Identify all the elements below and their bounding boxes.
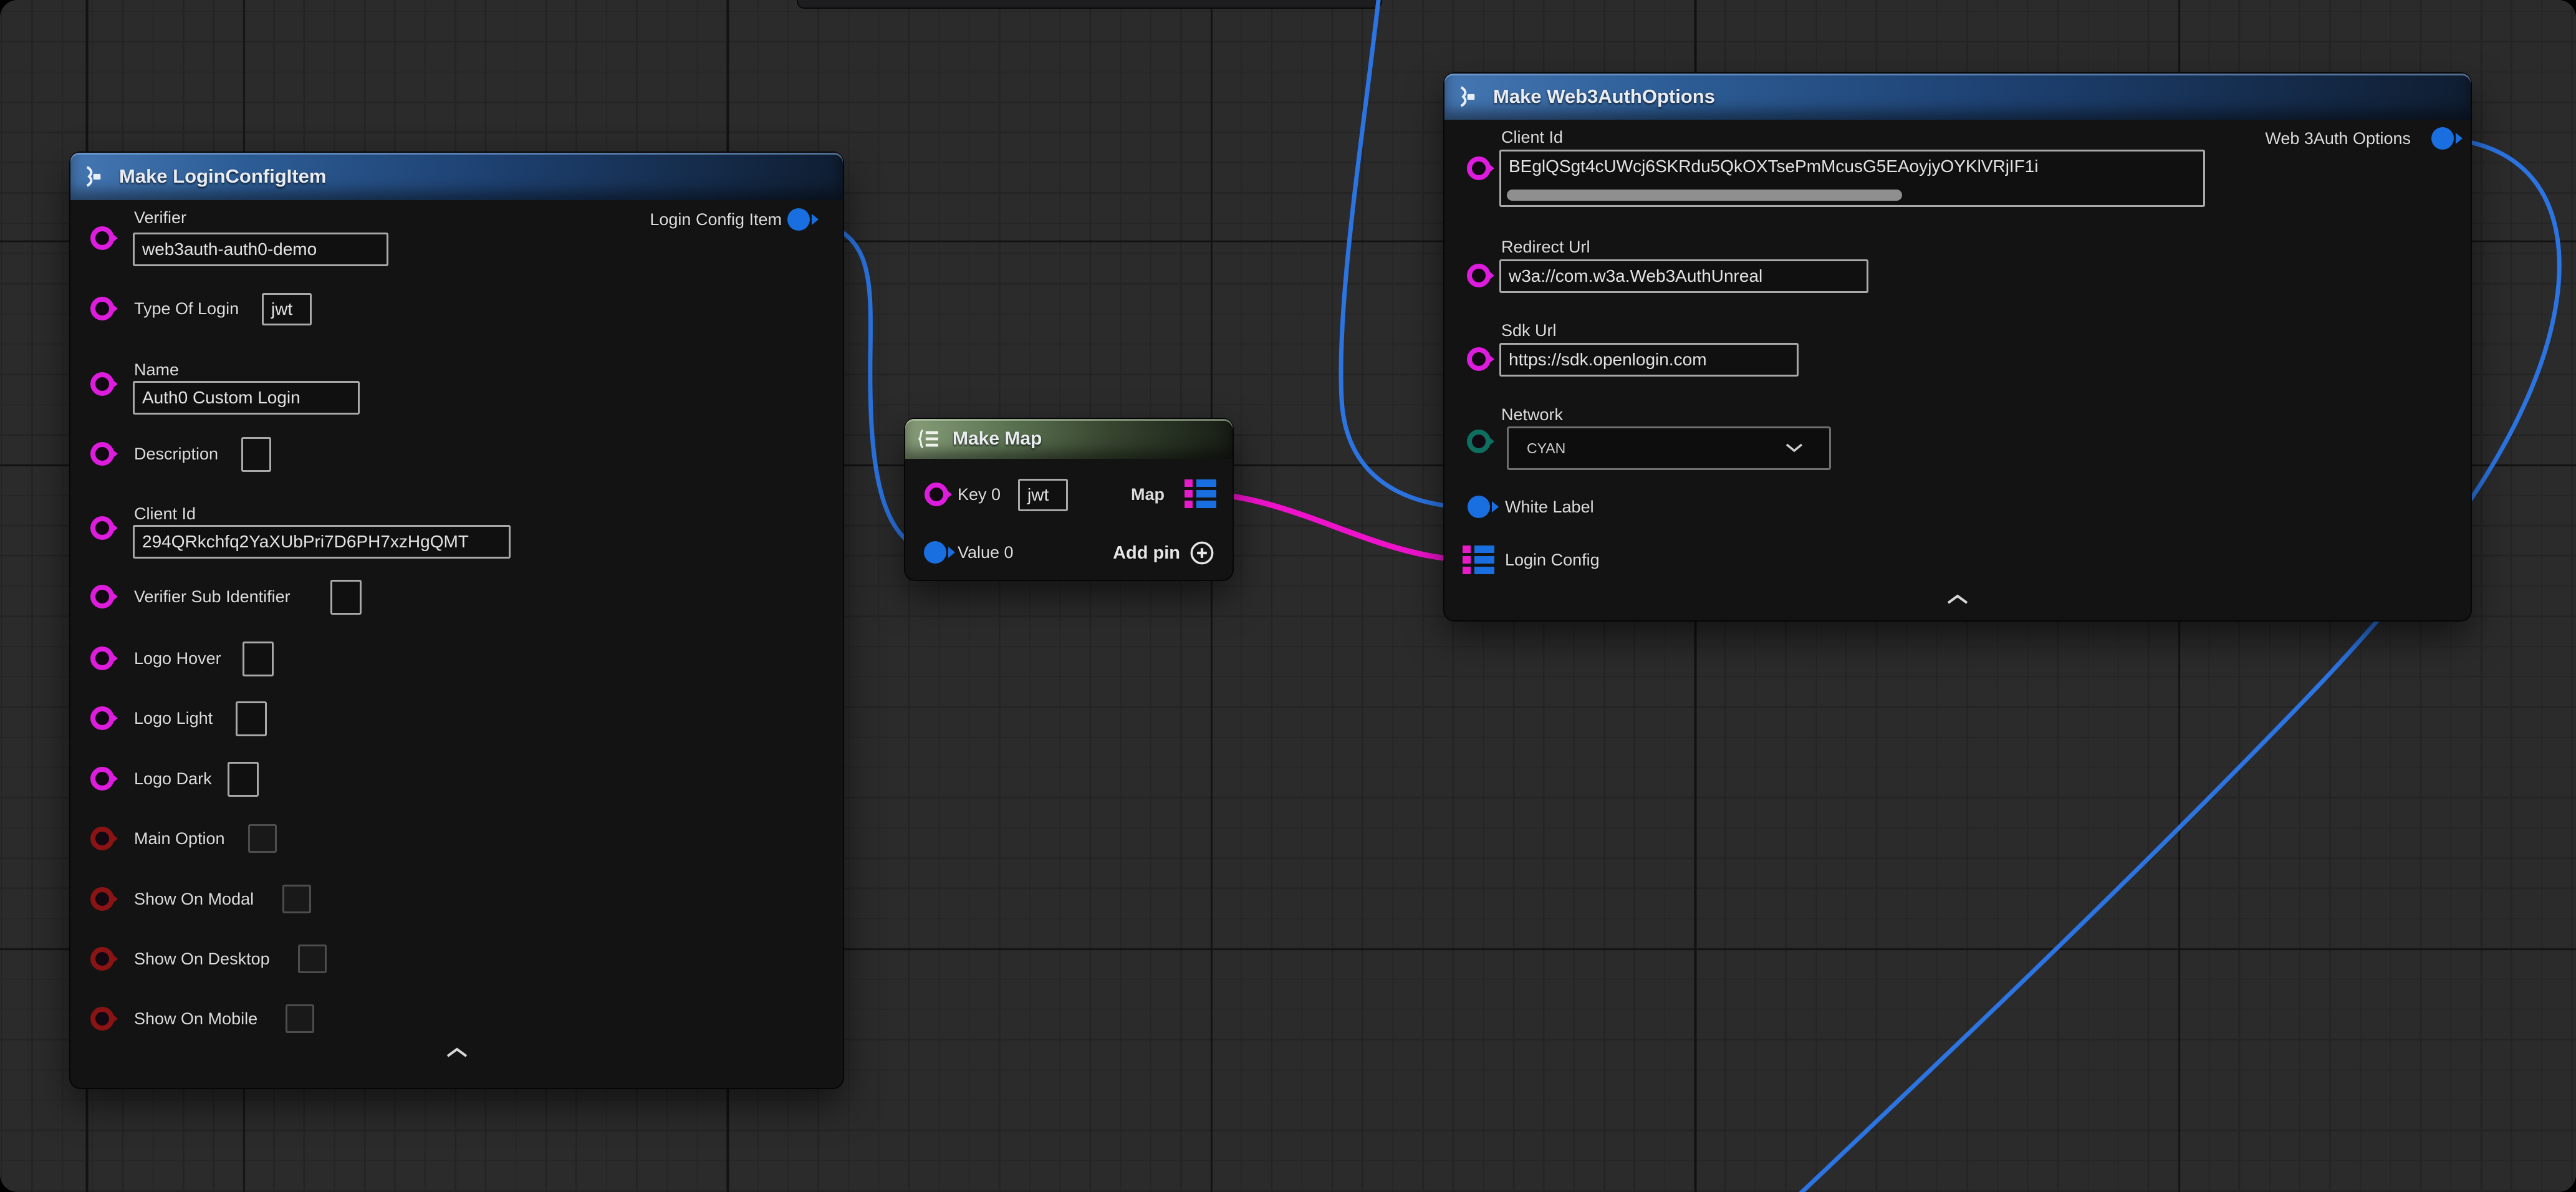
offscreen-node-top[interactable] bbox=[798, 0, 1381, 7]
pin-label-verifier: Verifier bbox=[134, 208, 186, 228]
pin-label-login-config: Login Config bbox=[1505, 550, 1600, 570]
pin-show-on-modal[interactable] bbox=[90, 887, 114, 911]
logo-hover-field[interactable] bbox=[243, 642, 274, 676]
add-pin-plus-icon bbox=[1189, 540, 1215, 566]
pin-redirect-url[interactable] bbox=[1467, 264, 1491, 287]
add-pin-button[interactable]: Add pin bbox=[1113, 540, 1215, 566]
output-pin-map[interactable] bbox=[1185, 479, 1216, 508]
node-header-make-loginconfigitem[interactable]: Make LoginConfigItem bbox=[70, 153, 843, 200]
logo-light-field[interactable] bbox=[236, 701, 267, 736]
sdk-url-field[interactable]: https://sdk.openlogin.com bbox=[1499, 343, 1799, 377]
pin-label-value-0: Value 0 bbox=[958, 542, 1014, 562]
pin-verifier[interactable] bbox=[90, 226, 114, 250]
pin-sdk-url[interactable] bbox=[1467, 347, 1491, 371]
pin-label-map-output: Map bbox=[1131, 484, 1165, 504]
pin-label-client-id: Client Id bbox=[1501, 127, 1563, 147]
client-id-field[interactable]: 294QRkchfq2YaXUbPri7D6PH7xzHgQMT bbox=[133, 525, 511, 559]
pin-value-0[interactable] bbox=[924, 541, 946, 564]
pin-logo-dark[interactable] bbox=[90, 767, 114, 791]
make-struct-icon bbox=[1457, 84, 1482, 109]
pin-label-verifier-sub-identifier: Verifier Sub Identifier bbox=[134, 587, 291, 607]
pin-label-logo-hover: Logo Hover bbox=[134, 648, 221, 668]
type-of-login-field[interactable]: jwt bbox=[262, 293, 312, 325]
pin-label-name: Name bbox=[134, 360, 179, 380]
redirect-url-field[interactable]: w3a://com.w3a.Web3AuthUnreal bbox=[1499, 259, 1868, 293]
pin-show-on-mobile[interactable] bbox=[90, 1007, 114, 1031]
description-field[interactable] bbox=[241, 437, 271, 472]
collapse-node-chevron-icon[interactable] bbox=[1944, 594, 1971, 606]
pin-label-network: Network bbox=[1501, 405, 1563, 425]
node-header-make-map[interactable]: Make Map bbox=[905, 419, 1233, 459]
pin-label-description: Description bbox=[134, 444, 218, 464]
collapse-node-chevron-icon[interactable] bbox=[444, 1047, 470, 1059]
pin-label-sdk-url: Sdk Url bbox=[1501, 320, 1557, 340]
pin-label-show-on-mobile: Show On Mobile bbox=[134, 1009, 257, 1029]
pin-label-white-label: White Label bbox=[1505, 497, 1594, 517]
show-on-desktop-checkbox[interactable] bbox=[298, 944, 327, 973]
pin-label-key-0: Key 0 bbox=[958, 484, 1001, 504]
name-field[interactable]: Auth0 Custom Login bbox=[133, 381, 360, 415]
pin-label-show-on-modal: Show On Modal bbox=[134, 889, 254, 909]
show-on-mobile-checkbox[interactable] bbox=[286, 1004, 314, 1033]
pin-label-client-id: Client Id bbox=[134, 504, 196, 524]
pin-label-show-on-desktop: Show On Desktop bbox=[134, 949, 270, 969]
pin-label-type-of-login: Type Of Login bbox=[134, 299, 239, 319]
wire-map-to-login-config bbox=[1217, 494, 1464, 560]
pin-type-of-login[interactable] bbox=[90, 297, 114, 320]
pin-client-id[interactable] bbox=[90, 516, 114, 540]
client-id-horizontal-scrollbar[interactable] bbox=[1507, 190, 1902, 201]
pin-main-option[interactable] bbox=[90, 827, 114, 850]
node-make-web3authoptions[interactable]: Make Web3AuthOptions Web 3Auth Options C… bbox=[1444, 74, 2471, 620]
output-pin-label: Web 3Auth Options bbox=[2265, 128, 2411, 148]
pin-verifier-sub-identifier[interactable] bbox=[90, 585, 114, 608]
network-dropdown-value: CYAN bbox=[1527, 440, 1565, 457]
verifier-sub-identifier-field[interactable] bbox=[330, 580, 362, 615]
blueprint-graph-canvas[interactable]: Make LoginConfigItem Login Config Item V… bbox=[0, 0, 2576, 1192]
logo-dark-field[interactable] bbox=[228, 762, 259, 797]
pin-label-redirect-url: Redirect Url bbox=[1501, 237, 1590, 257]
pin-client-id[interactable] bbox=[1467, 156, 1491, 180]
pin-logo-light[interactable] bbox=[90, 706, 114, 730]
output-pin-web3auth-options[interactable] bbox=[2431, 127, 2454, 150]
node-title: Make LoginConfigItem bbox=[119, 165, 326, 188]
pin-label-logo-dark: Logo Dark bbox=[134, 769, 212, 789]
pin-show-on-desktop[interactable] bbox=[90, 947, 114, 971]
pin-name[interactable] bbox=[90, 372, 114, 396]
pin-label-logo-light: Logo Light bbox=[134, 708, 213, 728]
pin-description[interactable] bbox=[90, 442, 114, 466]
node-header-make-web3authoptions[interactable]: Make Web3AuthOptions bbox=[1444, 74, 2471, 120]
node-title: Make Web3AuthOptions bbox=[1493, 85, 1715, 108]
make-struct-icon bbox=[83, 164, 108, 189]
pin-label-main-option: Main Option bbox=[134, 829, 225, 848]
add-pin-label: Add pin bbox=[1113, 543, 1180, 564]
pin-key-0[interactable] bbox=[925, 483, 948, 506]
make-map-icon bbox=[918, 428, 941, 449]
show-on-modal-checkbox[interactable] bbox=[282, 885, 311, 913]
node-title: Make Map bbox=[953, 428, 1042, 449]
network-dropdown-chevron-icon bbox=[1784, 441, 1805, 454]
pin-white-label[interactable] bbox=[1468, 496, 1490, 518]
pin-logo-hover[interactable] bbox=[90, 646, 114, 670]
pin-login-config[interactable] bbox=[1463, 546, 1494, 574]
output-pin-login-config-item[interactable] bbox=[787, 208, 810, 231]
verifier-field[interactable]: web3auth-auth0-demo bbox=[133, 233, 388, 266]
node-make-map[interactable]: Make Map Key 0 jwt Map Value 0 Add pin bbox=[905, 419, 1233, 580]
output-pin-label: Login Config Item bbox=[650, 209, 782, 229]
main-option-checkbox[interactable] bbox=[248, 824, 277, 853]
pin-network[interactable] bbox=[1467, 430, 1491, 453]
node-make-loginconfigitem[interactable]: Make LoginConfigItem Login Config Item V… bbox=[70, 153, 843, 1088]
key-0-field[interactable]: jwt bbox=[1018, 479, 1068, 511]
